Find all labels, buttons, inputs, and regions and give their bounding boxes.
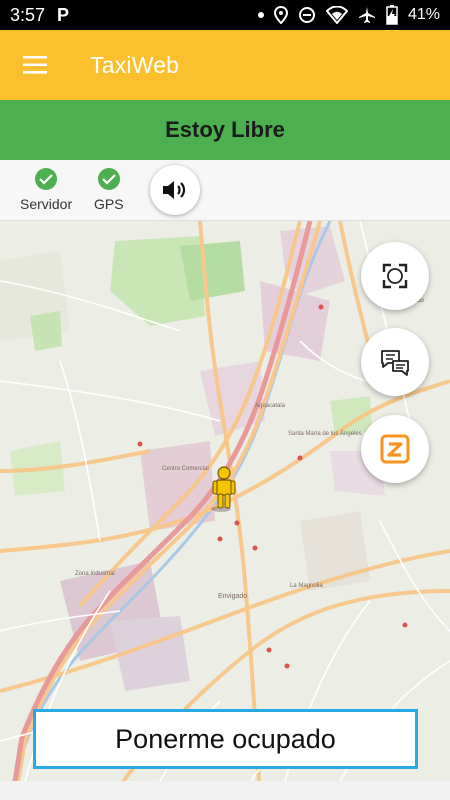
server-label: Servidor xyxy=(20,196,73,212)
focus-frame-icon xyxy=(382,263,408,289)
pegman-taxi-icon xyxy=(211,466,236,512)
connection-indicators: Servidor GPS xyxy=(0,160,450,221)
sound-toggle-button[interactable] xyxy=(150,165,200,215)
volume-icon xyxy=(163,181,186,199)
airplane-icon xyxy=(358,6,376,24)
app-title: TaxiWeb xyxy=(90,51,180,78)
map-label: Envigado xyxy=(218,593,248,600)
set-busy-button[interactable]: Ponerme ocupado xyxy=(33,709,418,769)
do-not-disturb-icon xyxy=(298,6,316,24)
map-label: Aguacatala xyxy=(255,403,286,409)
zello-button[interactable] xyxy=(361,415,429,483)
map-label: La Magnolia xyxy=(290,583,323,589)
check-circle-icon xyxy=(97,168,120,190)
battery-charging-icon xyxy=(386,5,398,25)
map-label: Zona Industrial xyxy=(75,571,115,577)
bottom-spacer xyxy=(0,781,450,800)
map-label: Santa María de los Ángeles xyxy=(288,431,362,437)
dot-icon xyxy=(257,12,264,18)
notification-p-icon: P xyxy=(57,4,70,25)
messages-button[interactable] xyxy=(361,328,429,396)
battery-percent: 41% xyxy=(407,6,440,23)
status-bar: 3:57 P 41% xyxy=(0,0,450,30)
server-indicator: Servidor xyxy=(20,168,72,212)
recenter-button[interactable] xyxy=(361,242,429,310)
app-bar: TaxiWeb xyxy=(0,30,450,100)
hamburger-menu-icon xyxy=(23,56,47,74)
wifi-icon xyxy=(325,6,348,24)
location-icon xyxy=(273,6,288,24)
availability-banner: Estoy Libre xyxy=(0,100,450,160)
hamburger-menu-button[interactable] xyxy=(0,30,70,100)
gps-label: GPS xyxy=(94,196,124,212)
check-circle-icon xyxy=(35,168,58,190)
map-label: Centro Comercial xyxy=(162,466,209,472)
chat-bubbles-icon xyxy=(381,350,409,376)
gps-indicator: GPS xyxy=(94,168,124,212)
status-icons: 41% xyxy=(257,5,440,25)
zello-icon xyxy=(380,434,410,464)
status-time: 3:57 xyxy=(10,4,46,25)
